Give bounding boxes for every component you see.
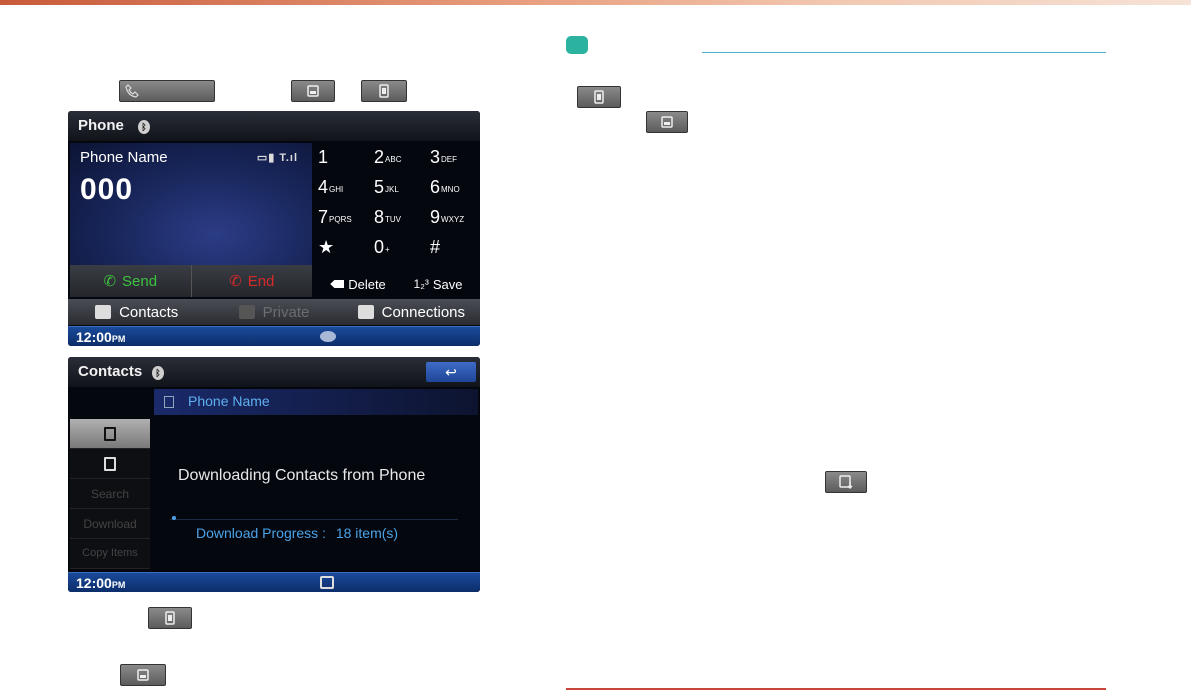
save-label: Save <box>432 276 463 292</box>
delete-icon <box>330 280 345 288</box>
phone-contacts-button-ref-2 <box>148 607 192 629</box>
private-icon <box>238 305 255 319</box>
list-book-icon <box>164 396 174 408</box>
key-8[interactable]: 8TUV <box>374 207 430 237</box>
call-bar: ✆ Send ✆ End <box>70 265 312 297</box>
key-9[interactable]: 9WXYZ <box>430 207 480 237</box>
download-contacts-icon <box>839 475 853 490</box>
copy-items-button[interactable]: Copy Items <box>70 539 150 569</box>
key-5[interactable]: 5JKL <box>374 177 430 207</box>
key-4[interactable]: 4GHI <box>318 177 374 207</box>
progress-count: 18 item(s) <box>335 525 399 541</box>
contacts-screen: Contacts ᛒ ↩ Phone Name Search Download … <box>68 357 480 592</box>
car-phonebook-icon <box>137 669 149 681</box>
contacts-side-menu: Search Download Copy Items <box>70 419 150 569</box>
key-0[interactable]: 0+ <box>374 237 430 267</box>
signal-battery-icon: ▭▮ T.ıl <box>256 152 298 164</box>
phonebook-icon <box>165 611 175 625</box>
phone-contacts-button-ref <box>361 80 407 102</box>
car-phonebook-icon <box>104 456 116 471</box>
private-menu-label: Private <box>262 303 310 321</box>
top-accent-bar <box>0 0 1191 5</box>
progress-indicator <box>172 516 176 520</box>
phone-contacts-tab[interactable] <box>70 419 150 449</box>
car-contacts-button-ref <box>291 80 335 102</box>
download-message: Downloading Contacts from Phone <box>178 467 426 484</box>
progress-label: Download Progress : <box>196 525 326 541</box>
download-progress: Download Progress : 18 item(s) <box>196 525 398 541</box>
bluetooth-icon: ᛒ <box>152 366 164 380</box>
end-label: End <box>247 272 275 290</box>
phonebook-icon <box>379 84 389 98</box>
phone-menu-bar: Contacts Private Connections <box>68 299 480 325</box>
search-button[interactable]: Search <box>70 479 150 509</box>
key-star[interactable]: ★ <box>318 237 374 267</box>
contacts-list-title: Phone Name <box>188 393 270 409</box>
phonebook-icon <box>104 426 116 441</box>
private-menu-button[interactable]: Private <box>205 299 342 325</box>
key-actions: Delete 1₂³ Save <box>318 271 478 297</box>
key-3[interactable]: 3DEF <box>430 147 480 177</box>
connections-menu-button[interactable]: Connections <box>343 299 480 325</box>
contacts-clock: 12:00PM <box>76 575 126 591</box>
back-button[interactable]: ↩ <box>426 362 476 382</box>
contacts-menu-label: Contacts <box>119 303 179 321</box>
handset-icon <box>125 84 139 98</box>
download-button-ref <box>825 471 867 493</box>
phone-status-bar: 12:00PM <box>68 326 480 346</box>
send-label: Send <box>122 272 158 290</box>
delete-label: Delete <box>348 276 386 292</box>
phone-clock: 12:00PM <box>76 329 126 345</box>
key-7[interactable]: 7PQRS <box>318 207 374 237</box>
phone-screen: Phone ᛒ Phone Name ▭▮ T.ıl 000 ✆ Send ✆ … <box>68 111 480 346</box>
contacts-menu-button[interactable]: Contacts <box>68 299 205 325</box>
download-status-icon <box>320 576 334 589</box>
bluetooth-icon: ᛒ <box>138 120 150 134</box>
key-hash[interactable]: # <box>430 237 480 267</box>
phone-screen-title: Phone <box>78 117 124 134</box>
section-marker <box>566 36 588 54</box>
phone-call-button-ref <box>119 80 215 102</box>
send-button[interactable]: ✆ Send <box>70 265 192 297</box>
key-6[interactable]: 6MNO <box>430 177 480 207</box>
car-contacts-tab[interactable] <box>70 449 150 479</box>
keypad: 1 2ABC 3DEF 4GHI 5JKL 6MNO 7PQRS 8TUV 9W… <box>316 143 480 271</box>
key-2[interactable]: 2ABC <box>374 147 430 177</box>
save-number-icon: 1₂³ <box>413 277 429 291</box>
end-button[interactable]: ✆ End <box>192 265 313 297</box>
progress-track <box>170 519 458 520</box>
phone-status-icon <box>320 331 336 342</box>
end-handset-icon: ✆ <box>229 273 242 290</box>
car-phonebook-icon <box>661 116 673 128</box>
phone-contacts-button-ref-3 <box>577 86 621 108</box>
contacts-status-bar: 12:00PM <box>68 572 480 592</box>
key-1[interactable]: 1 <box>318 147 374 177</box>
phonebook-icon <box>594 90 604 104</box>
phone-title-bar <box>68 111 480 141</box>
car-phonebook-icon <box>307 85 319 97</box>
connections-menu-label: Connections <box>381 303 466 321</box>
section-rule <box>702 52 1106 53</box>
contacts-list-header: Phone Name <box>154 389 478 415</box>
footer-rule <box>566 688 1106 690</box>
dialed-number: 000 <box>80 173 134 206</box>
car-contacts-button-ref-3 <box>646 111 688 133</box>
download-button[interactable]: Download <box>70 509 150 539</box>
save-button[interactable]: 1₂³ Save <box>398 271 478 297</box>
delete-button[interactable]: Delete <box>318 271 398 297</box>
phone-name-label: Phone Name <box>80 149 168 166</box>
contacts-screen-title: Contacts <box>78 363 143 380</box>
car-contacts-button-ref-2 <box>120 664 166 686</box>
connections-icon <box>357 305 374 319</box>
contacts-icon <box>95 305 112 319</box>
send-handset-icon: ✆ <box>103 273 117 290</box>
